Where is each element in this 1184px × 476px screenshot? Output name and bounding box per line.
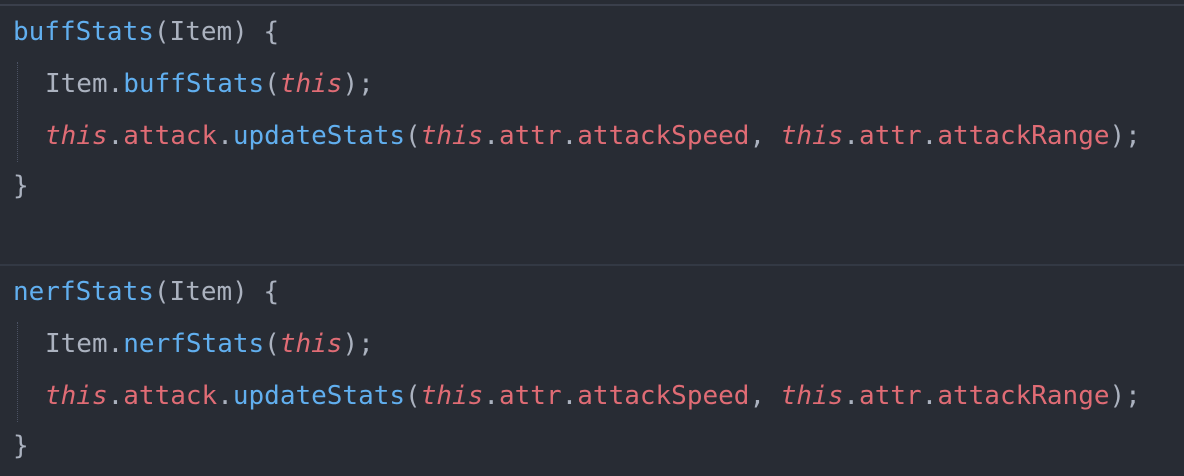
this-keyword: this [420, 121, 484, 151]
this-keyword: this [420, 381, 484, 411]
indent-guide [17, 322, 19, 422]
code-line-method2-signature: nerfStats(Item) { [13, 270, 279, 314]
code-line-method2-close: } [13, 424, 29, 468]
property: attr [859, 381, 922, 411]
call-method: nerfStats [123, 329, 265, 359]
this-keyword: this [45, 121, 108, 151]
method-params: (Item) { [153, 17, 280, 47]
method-name: buffStats [13, 17, 154, 47]
method-name: nerfStats [13, 277, 154, 307]
method-call: updateStats [232, 381, 406, 411]
code-line-method1-call: Item.buffStats(this); [45, 69, 374, 99]
this-keyword: this [279, 69, 343, 99]
property: attr [498, 121, 562, 151]
code-line-method1-signature: buffStats(Item) { [13, 10, 279, 54]
divider [0, 4, 1184, 6]
this-keyword: this [279, 329, 343, 359]
closing-brace: } [13, 171, 29, 201]
code-editor[interactable]: buffStats(Item) { Item.buffStats(this); … [0, 0, 1184, 476]
property: attack [123, 381, 218, 411]
this-keyword: this [780, 381, 844, 411]
method-params: (Item) { [153, 277, 280, 307]
property: attackSpeed [577, 121, 750, 151]
property: attr [498, 381, 562, 411]
property: attackSpeed [577, 381, 750, 411]
property: attackRange [937, 121, 1110, 151]
property: attack [123, 121, 218, 151]
code-line-method1-update: this.attack.updateStats(this.attr.attack… [45, 121, 1141, 151]
code-line-method2-update: this.attack.updateStats(this.attr.attack… [45, 381, 1141, 411]
divider [0, 264, 1184, 266]
property: attackRange [937, 381, 1110, 411]
method-call: updateStats [232, 121, 406, 151]
closing-brace: } [13, 431, 29, 461]
property: attr [859, 121, 922, 151]
code-line-method2-call: Item.nerfStats(this); [45, 329, 374, 359]
call-object: Item [45, 69, 108, 99]
this-keyword: this [780, 121, 844, 151]
this-keyword: this [45, 381, 108, 411]
call-method: buffStats [123, 69, 265, 99]
code-line-method1-close: } [13, 164, 29, 208]
call-object: Item [45, 329, 108, 359]
indent-guide [17, 62, 19, 162]
